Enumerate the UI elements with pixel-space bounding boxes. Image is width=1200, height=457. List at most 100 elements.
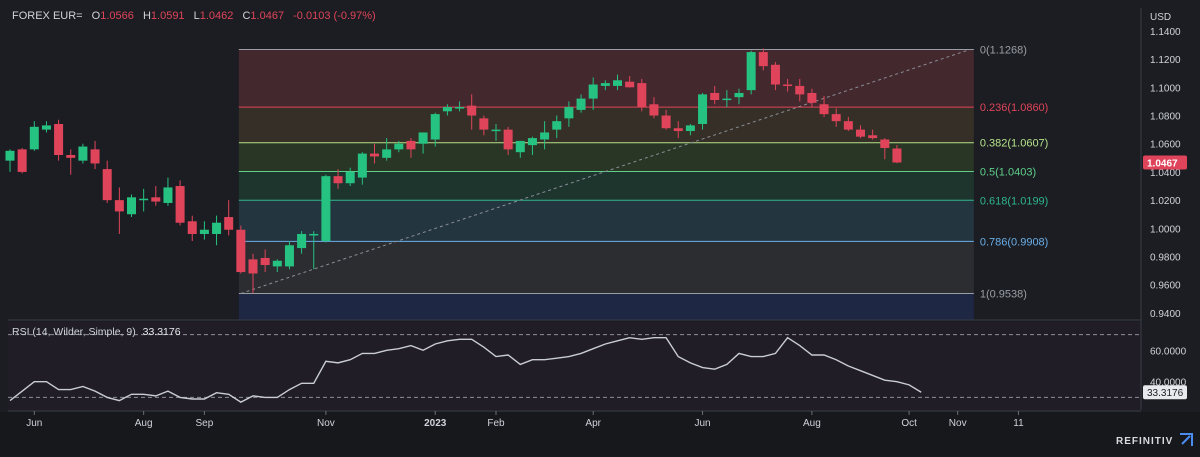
candle-body[interactable] <box>710 92 720 101</box>
candle-body[interactable] <box>552 121 562 130</box>
time-tick-label: Aug <box>135 418 153 429</box>
fib-level-label: 0.786(0.9908) <box>980 236 1049 248</box>
candle-body[interactable] <box>843 121 853 130</box>
rsi-value-label: 33.3176 <box>1147 388 1184 399</box>
candle-body[interactable] <box>625 81 635 88</box>
candle-body[interactable] <box>309 233 319 236</box>
candle-body[interactable] <box>479 118 489 130</box>
candle-body[interactable] <box>564 107 574 119</box>
candle-body[interactable] <box>515 140 525 153</box>
time-tick-label: Nov <box>949 418 967 429</box>
candle-body[interactable] <box>139 198 149 201</box>
candle-body[interactable] <box>455 107 465 109</box>
candle-body[interactable] <box>673 128 683 132</box>
candle-body[interactable] <box>430 114 440 140</box>
candle-body[interactable] <box>503 129 513 150</box>
price-tick-label: 1.0000 <box>1150 224 1181 235</box>
time-tick-label: Feb <box>487 418 505 429</box>
candle-body[interactable] <box>491 129 501 132</box>
candle-body[interactable] <box>540 132 550 140</box>
candle-body[interactable] <box>5 150 15 161</box>
candle-body[interactable] <box>770 64 780 85</box>
candle-body[interactable] <box>175 186 185 223</box>
candle-body[interactable] <box>783 84 793 87</box>
candle-body[interactable] <box>260 257 270 266</box>
price-tick-label: 1.0600 <box>1150 140 1181 151</box>
candle-body[interactable] <box>17 149 27 172</box>
candle-body[interactable] <box>661 115 671 129</box>
candle-body[interactable] <box>66 155 76 158</box>
candle-body[interactable] <box>685 125 695 132</box>
price-chart[interactable]: 0(1.1268) 0.236(1.0860) 0.382(1.0607) 0.5(1… <box>0 0 1200 457</box>
candle-body[interactable] <box>576 98 586 110</box>
candle-body[interactable] <box>722 98 732 101</box>
candle-body[interactable] <box>698 94 708 124</box>
time-tick-label: Apr <box>585 418 601 429</box>
candle-body[interactable] <box>41 125 51 130</box>
candle-body[interactable] <box>600 83 610 86</box>
candle-body[interactable] <box>321 176 331 242</box>
candle-body[interactable] <box>187 221 197 234</box>
candle-body[interactable] <box>114 200 124 212</box>
candle-body[interactable] <box>637 83 647 108</box>
candle-body[interactable] <box>807 92 817 103</box>
fib-zone <box>238 49 974 108</box>
candle-body[interactable] <box>29 126 39 150</box>
candle-body[interactable] <box>649 104 659 116</box>
candle-body[interactable] <box>795 85 805 95</box>
time-tick-label: 11 <box>1013 418 1024 429</box>
ohlc-header: FOREX EUR= O1.0566 H1.0591 L1.0462 C1.04… <box>12 10 376 22</box>
candle-body[interactable] <box>418 132 428 144</box>
chart-window: 0(1.1268) 0.236(1.0860) 0.382(1.0607) 0.5(1… <box>0 0 1200 457</box>
candle-body[interactable] <box>868 135 878 139</box>
candle-body[interactable] <box>333 176 343 184</box>
candle-body[interactable] <box>613 80 622 86</box>
candle-body[interactable] <box>236 229 246 273</box>
time-tick-label: Aug <box>803 418 821 429</box>
candle-body[interactable] <box>406 140 416 150</box>
candle-body[interactable] <box>284 245 294 267</box>
price-tick-label: 1.1000 <box>1150 83 1181 94</box>
high-value: 1.0591 <box>150 10 185 22</box>
rsi-header: RSI (14, Wilder, Simple, 9) 33.3176 <box>12 326 181 338</box>
candle-body[interactable] <box>272 260 282 267</box>
candle-body[interactable] <box>892 148 902 163</box>
candle-body[interactable] <box>746 52 756 91</box>
candle-body[interactable] <box>212 222 222 234</box>
candle-body[interactable] <box>248 259 258 274</box>
candle-body[interactable] <box>224 217 234 230</box>
candle-body[interactable] <box>102 169 112 201</box>
candle-body[interactable] <box>442 107 452 112</box>
candle-body[interactable] <box>199 229 209 234</box>
open-value: 1.0566 <box>100 10 134 22</box>
candle-body[interactable] <box>527 138 537 146</box>
fib-zone <box>238 293 974 320</box>
candle-body[interactable] <box>758 52 768 67</box>
candle-body[interactable] <box>357 153 367 178</box>
candle-body[interactable] <box>54 123 64 156</box>
candle-body[interactable] <box>831 114 841 122</box>
candle-body[interactable] <box>127 197 136 215</box>
candle-body[interactable] <box>467 105 477 116</box>
low-label: L <box>193 10 200 22</box>
candle-body[interactable] <box>90 149 100 164</box>
candle-body[interactable] <box>819 104 829 115</box>
candle-body[interactable] <box>370 153 379 157</box>
time-tick-label: Nov <box>317 418 335 429</box>
candle-body[interactable] <box>163 187 173 203</box>
candle-body[interactable] <box>151 197 161 202</box>
price-tick-label: 1.0200 <box>1150 196 1181 207</box>
fib-zone <box>238 200 974 242</box>
candle-body[interactable] <box>588 84 598 99</box>
candle-body[interactable] <box>734 92 744 98</box>
candle-body[interactable] <box>78 146 88 161</box>
fib-zone <box>238 107 974 143</box>
candle-body[interactable] <box>297 233 307 249</box>
candle-body[interactable] <box>382 149 392 158</box>
fib-level-label: 0(1.1268) <box>980 45 1027 57</box>
fib-level-label: 0.382(1.0607) <box>980 138 1049 150</box>
candle-body[interactable] <box>880 139 890 148</box>
candle-body[interactable] <box>345 171 355 184</box>
candle-body[interactable] <box>856 129 865 137</box>
candle-body[interactable] <box>394 143 404 150</box>
